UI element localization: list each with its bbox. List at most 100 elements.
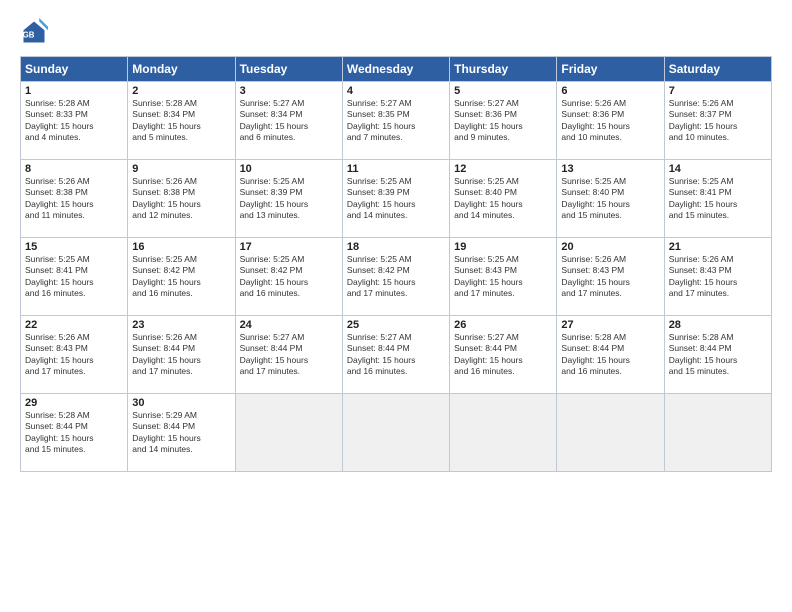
cell-content: Sunrise: 5:25 AMSunset: 8:43 PMDaylight:…	[454, 254, 552, 300]
calendar-cell: 12Sunrise: 5:25 AMSunset: 8:40 PMDayligh…	[450, 160, 557, 238]
cell-content: Sunrise: 5:26 AMSunset: 8:37 PMDaylight:…	[669, 98, 767, 144]
calendar-cell: 2Sunrise: 5:28 AMSunset: 8:34 PMDaylight…	[128, 82, 235, 160]
cell-content: Sunrise: 5:27 AMSunset: 8:34 PMDaylight:…	[240, 98, 338, 144]
calendar-cell: 7Sunrise: 5:26 AMSunset: 8:37 PMDaylight…	[664, 82, 771, 160]
calendar-table: SundayMondayTuesdayWednesdayThursdayFrid…	[20, 56, 772, 472]
day-number: 16	[132, 241, 230, 253]
header: GB	[20, 18, 772, 46]
day-number: 22	[25, 319, 123, 331]
col-header-sunday: Sunday	[21, 57, 128, 82]
calendar-cell: 8Sunrise: 5:26 AMSunset: 8:38 PMDaylight…	[21, 160, 128, 238]
calendar-cell: 5Sunrise: 5:27 AMSunset: 8:36 PMDaylight…	[450, 82, 557, 160]
cell-content: Sunrise: 5:25 AMSunset: 8:40 PMDaylight:…	[454, 176, 552, 222]
calendar-cell: 29Sunrise: 5:28 AMSunset: 8:44 PMDayligh…	[21, 394, 128, 472]
calendar-cell: 27Sunrise: 5:28 AMSunset: 8:44 PMDayligh…	[557, 316, 664, 394]
page: GB SundayMondayTuesdayWednesdayThursdayF…	[0, 0, 792, 612]
calendar-cell: 30Sunrise: 5:29 AMSunset: 8:44 PMDayligh…	[128, 394, 235, 472]
day-number: 15	[25, 241, 123, 253]
calendar-cell: 17Sunrise: 5:25 AMSunset: 8:42 PMDayligh…	[235, 238, 342, 316]
calendar-cell	[450, 394, 557, 472]
day-number: 10	[240, 163, 338, 175]
day-number: 14	[669, 163, 767, 175]
day-number: 7	[669, 85, 767, 97]
day-number: 11	[347, 163, 445, 175]
cell-content: Sunrise: 5:28 AMSunset: 8:44 PMDaylight:…	[561, 332, 659, 378]
col-header-wednesday: Wednesday	[342, 57, 449, 82]
svg-text:GB: GB	[23, 30, 35, 39]
day-number: 3	[240, 85, 338, 97]
cell-content: Sunrise: 5:28 AMSunset: 8:33 PMDaylight:…	[25, 98, 123, 144]
day-number: 30	[132, 397, 230, 409]
cell-content: Sunrise: 5:27 AMSunset: 8:44 PMDaylight:…	[240, 332, 338, 378]
day-number: 17	[240, 241, 338, 253]
day-number: 8	[25, 163, 123, 175]
cell-content: Sunrise: 5:25 AMSunset: 8:39 PMDaylight:…	[347, 176, 445, 222]
calendar-cell: 16Sunrise: 5:25 AMSunset: 8:42 PMDayligh…	[128, 238, 235, 316]
day-number: 1	[25, 85, 123, 97]
day-number: 21	[669, 241, 767, 253]
cell-content: Sunrise: 5:26 AMSunset: 8:38 PMDaylight:…	[132, 176, 230, 222]
day-number: 4	[347, 85, 445, 97]
day-number: 23	[132, 319, 230, 331]
calendar-cell: 1Sunrise: 5:28 AMSunset: 8:33 PMDaylight…	[21, 82, 128, 160]
day-number: 20	[561, 241, 659, 253]
calendar-cell: 20Sunrise: 5:26 AMSunset: 8:43 PMDayligh…	[557, 238, 664, 316]
calendar-cell: 24Sunrise: 5:27 AMSunset: 8:44 PMDayligh…	[235, 316, 342, 394]
cell-content: Sunrise: 5:25 AMSunset: 8:42 PMDaylight:…	[132, 254, 230, 300]
day-number: 5	[454, 85, 552, 97]
cell-content: Sunrise: 5:27 AMSunset: 8:44 PMDaylight:…	[347, 332, 445, 378]
calendar-cell: 21Sunrise: 5:26 AMSunset: 8:43 PMDayligh…	[664, 238, 771, 316]
cell-content: Sunrise: 5:25 AMSunset: 8:39 PMDaylight:…	[240, 176, 338, 222]
calendar-cell: 26Sunrise: 5:27 AMSunset: 8:44 PMDayligh…	[450, 316, 557, 394]
day-number: 27	[561, 319, 659, 331]
col-header-saturday: Saturday	[664, 57, 771, 82]
calendar-cell	[342, 394, 449, 472]
col-header-thursday: Thursday	[450, 57, 557, 82]
cell-content: Sunrise: 5:25 AMSunset: 8:42 PMDaylight:…	[347, 254, 445, 300]
calendar-cell	[557, 394, 664, 472]
day-number: 19	[454, 241, 552, 253]
calendar-cell: 11Sunrise: 5:25 AMSunset: 8:39 PMDayligh…	[342, 160, 449, 238]
calendar-cell	[235, 394, 342, 472]
day-number: 18	[347, 241, 445, 253]
calendar-cell: 22Sunrise: 5:26 AMSunset: 8:43 PMDayligh…	[21, 316, 128, 394]
day-number: 13	[561, 163, 659, 175]
calendar-cell	[664, 394, 771, 472]
cell-content: Sunrise: 5:26 AMSunset: 8:44 PMDaylight:…	[132, 332, 230, 378]
cell-content: Sunrise: 5:25 AMSunset: 8:41 PMDaylight:…	[25, 254, 123, 300]
day-number: 29	[25, 397, 123, 409]
day-number: 12	[454, 163, 552, 175]
calendar-cell: 14Sunrise: 5:25 AMSunset: 8:41 PMDayligh…	[664, 160, 771, 238]
cell-content: Sunrise: 5:26 AMSunset: 8:43 PMDaylight:…	[669, 254, 767, 300]
calendar-cell: 28Sunrise: 5:28 AMSunset: 8:44 PMDayligh…	[664, 316, 771, 394]
day-number: 26	[454, 319, 552, 331]
logo: GB	[20, 18, 52, 46]
calendar-cell: 13Sunrise: 5:25 AMSunset: 8:40 PMDayligh…	[557, 160, 664, 238]
calendar-cell: 18Sunrise: 5:25 AMSunset: 8:42 PMDayligh…	[342, 238, 449, 316]
calendar-cell: 19Sunrise: 5:25 AMSunset: 8:43 PMDayligh…	[450, 238, 557, 316]
cell-content: Sunrise: 5:28 AMSunset: 8:44 PMDaylight:…	[25, 410, 123, 456]
col-header-tuesday: Tuesday	[235, 57, 342, 82]
cell-content: Sunrise: 5:27 AMSunset: 8:35 PMDaylight:…	[347, 98, 445, 144]
cell-content: Sunrise: 5:26 AMSunset: 8:38 PMDaylight:…	[25, 176, 123, 222]
calendar-cell: 6Sunrise: 5:26 AMSunset: 8:36 PMDaylight…	[557, 82, 664, 160]
cell-content: Sunrise: 5:29 AMSunset: 8:44 PMDaylight:…	[132, 410, 230, 456]
calendar-cell: 25Sunrise: 5:27 AMSunset: 8:44 PMDayligh…	[342, 316, 449, 394]
day-number: 24	[240, 319, 338, 331]
cell-content: Sunrise: 5:27 AMSunset: 8:44 PMDaylight:…	[454, 332, 552, 378]
cell-content: Sunrise: 5:26 AMSunset: 8:43 PMDaylight:…	[25, 332, 123, 378]
cell-content: Sunrise: 5:28 AMSunset: 8:44 PMDaylight:…	[669, 332, 767, 378]
cell-content: Sunrise: 5:25 AMSunset: 8:41 PMDaylight:…	[669, 176, 767, 222]
cell-content: Sunrise: 5:25 AMSunset: 8:42 PMDaylight:…	[240, 254, 338, 300]
cell-content: Sunrise: 5:25 AMSunset: 8:40 PMDaylight:…	[561, 176, 659, 222]
logo-icon: GB	[20, 18, 48, 46]
calendar-cell: 9Sunrise: 5:26 AMSunset: 8:38 PMDaylight…	[128, 160, 235, 238]
day-number: 25	[347, 319, 445, 331]
cell-content: Sunrise: 5:26 AMSunset: 8:43 PMDaylight:…	[561, 254, 659, 300]
calendar-cell: 23Sunrise: 5:26 AMSunset: 8:44 PMDayligh…	[128, 316, 235, 394]
cell-content: Sunrise: 5:28 AMSunset: 8:34 PMDaylight:…	[132, 98, 230, 144]
day-number: 6	[561, 85, 659, 97]
col-header-friday: Friday	[557, 57, 664, 82]
calendar-cell: 4Sunrise: 5:27 AMSunset: 8:35 PMDaylight…	[342, 82, 449, 160]
cell-content: Sunrise: 5:26 AMSunset: 8:36 PMDaylight:…	[561, 98, 659, 144]
